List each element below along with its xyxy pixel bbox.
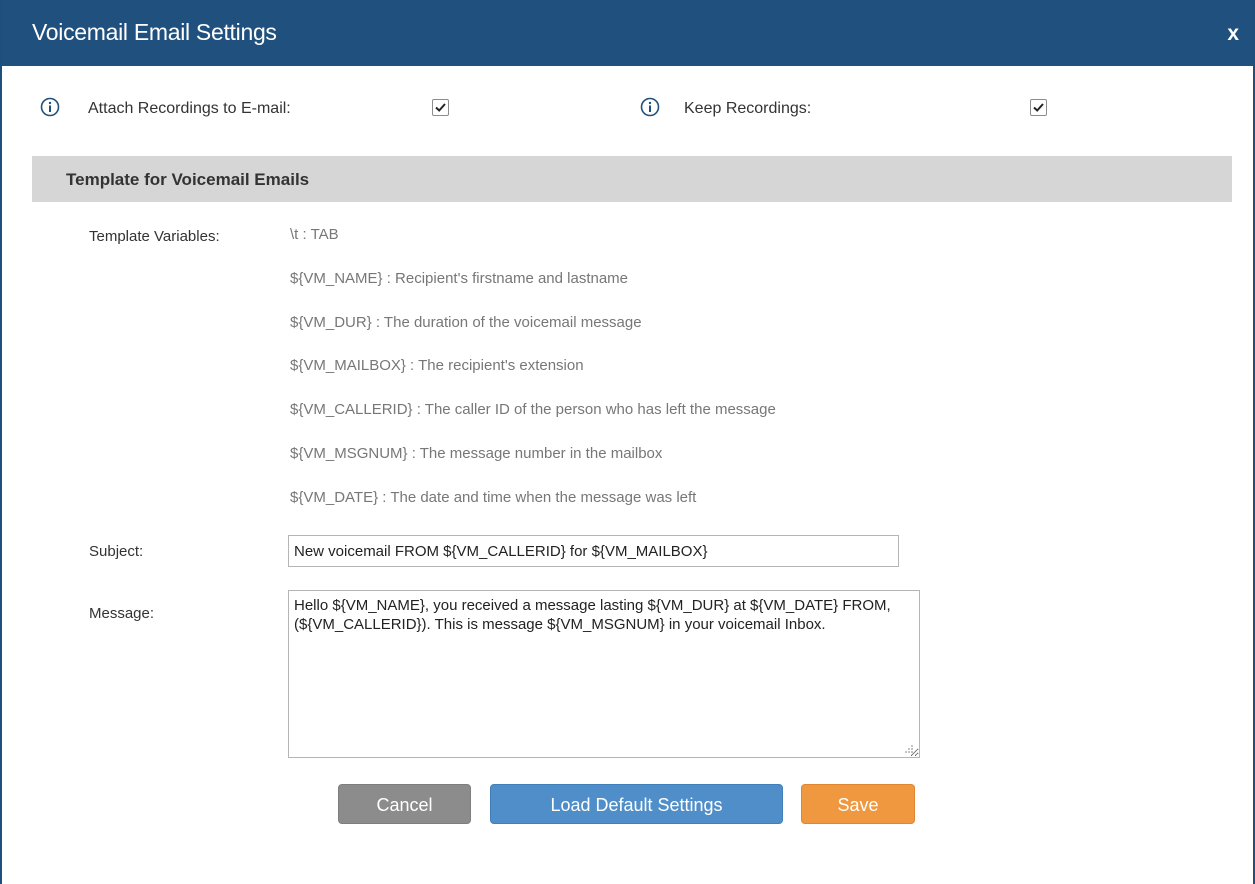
dialog-titlebar: Voicemail Email Settings x bbox=[2, 0, 1253, 66]
template-variable: \t : TAB bbox=[290, 226, 339, 243]
template-variable: ${VM_MSGNUM} : The message number in the… bbox=[290, 445, 663, 462]
subject-input[interactable] bbox=[288, 535, 899, 567]
save-button[interactable]: Save bbox=[801, 784, 915, 824]
dialog-title: Voicemail Email Settings bbox=[32, 19, 277, 45]
message-label: Message: bbox=[89, 605, 155, 622]
checkmark-icon bbox=[1033, 103, 1044, 112]
attach-recordings-checkbox[interactable] bbox=[432, 99, 449, 116]
keep-recordings-checkbox[interactable] bbox=[1030, 99, 1047, 116]
voicemail-email-settings-dialog: Voicemail Email Settings x Attach Record… bbox=[0, 0, 1255, 884]
template-variable: ${VM_DATE} : The date and time when the … bbox=[290, 489, 697, 506]
checkmark-icon bbox=[435, 103, 446, 112]
resize-handle-icon[interactable] bbox=[901, 741, 915, 755]
cancel-button[interactable]: Cancel bbox=[338, 784, 471, 824]
close-button[interactable]: x bbox=[1227, 22, 1239, 46]
template-section-header: Template for Voicemail Emails bbox=[32, 156, 1232, 202]
template-variable: ${VM_DUR} : The duration of the voicemai… bbox=[290, 314, 642, 331]
template-variables-label: Template Variables: bbox=[89, 228, 220, 245]
section-title: Template for Voicemail Emails bbox=[66, 170, 310, 189]
template-variable: ${VM_NAME} : Recipient's firstname and l… bbox=[290, 270, 629, 287]
template-variable: ${VM_CALLERID} : The caller ID of the pe… bbox=[290, 401, 776, 418]
subject-label: Subject: bbox=[89, 543, 144, 560]
info-icon[interactable] bbox=[40, 97, 60, 117]
template-variable: ${VM_MAILBOX} : The recipient's extensio… bbox=[290, 357, 584, 374]
info-icon[interactable] bbox=[640, 97, 660, 117]
message-textarea[interactable]: Hello ${VM_NAME}, you received a message… bbox=[288, 590, 920, 758]
attach-recordings-option: Attach Recordings to E-mail: bbox=[40, 97, 480, 123]
load-default-settings-button[interactable]: Load Default Settings bbox=[490, 784, 783, 824]
keep-recordings-option: Keep Recordings: bbox=[640, 97, 1060, 123]
keep-recordings-label: Keep Recordings: bbox=[684, 100, 812, 117]
attach-recordings-label: Attach Recordings to E-mail: bbox=[88, 100, 291, 117]
